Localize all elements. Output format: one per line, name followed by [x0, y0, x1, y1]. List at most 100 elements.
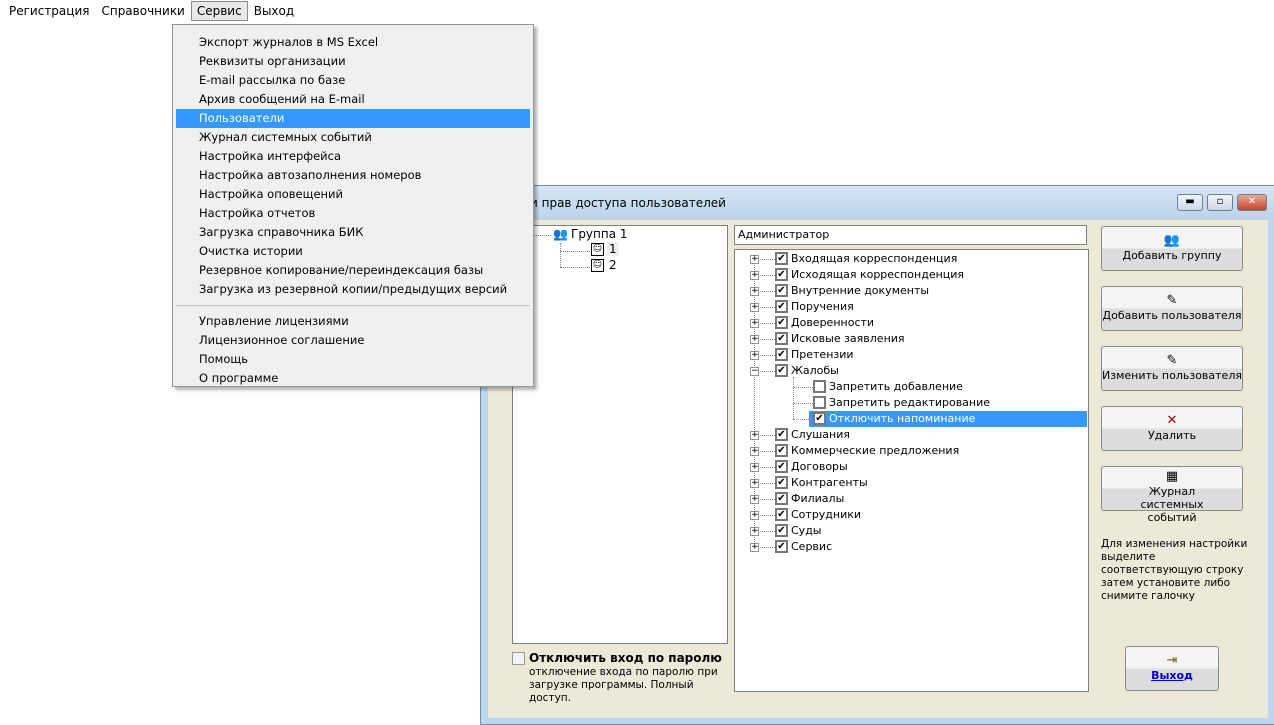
rights-checkbox[interactable] — [813, 396, 826, 409]
menu-bar: Регистрация Справочники Сервис Выход — [0, 0, 1274, 22]
add-user-button[interactable]: ✎ Добавить пользователя — [1101, 286, 1243, 331]
rights-checkbox[interactable]: ✔ — [775, 316, 788, 329]
rights-checkbox[interactable]: ✔ — [775, 444, 788, 457]
menu-item[interactable]: Лицензионное соглашение — [176, 331, 530, 350]
rights-checkbox[interactable]: ✔ — [775, 476, 788, 489]
rights-row[interactable]: + ✔ Входящая корреспонденция — [735, 251, 1087, 267]
rights-row[interactable]: + ✔ Внутренние документы — [735, 283, 1087, 299]
selected-user-field[interactable]: Администратор — [734, 225, 1087, 245]
expand-icon[interactable]: + — [750, 287, 759, 296]
rights-checkbox[interactable]: ✔ — [775, 332, 788, 345]
rights-checkbox[interactable]: ✔ — [775, 252, 788, 265]
rights-subrow[interactable]: ✔ Отключить напоминание — [735, 411, 1087, 427]
minimize-button[interactable]: ▬ — [1177, 194, 1203, 211]
rights-row[interactable]: + ✔ Исходящая корреспонденция — [735, 267, 1087, 283]
collapse-icon[interactable]: − — [750, 367, 759, 376]
rights-row[interactable]: + ✔ Претензии — [735, 347, 1087, 363]
expand-icon[interactable]: + — [750, 447, 759, 456]
expand-icon[interactable]: + — [750, 431, 759, 440]
menu-service[interactable]: Сервис — [190, 1, 248, 21]
menu-item[interactable]: Архив сообщений на E-mail — [176, 90, 530, 109]
edit-user-button[interactable]: ✎ Изменить пользователя — [1101, 346, 1243, 391]
expand-icon[interactable]: + — [750, 319, 759, 328]
menu-item[interactable]: Настройка интерфейса — [176, 147, 530, 166]
menu-item[interactable]: Журнал системных событий — [176, 128, 530, 147]
add-group-button[interactable]: 👥 Добавить группу — [1101, 226, 1243, 271]
expand-icon[interactable]: + — [750, 351, 759, 360]
rights-row[interactable]: + ✔ Коммерческие предложения — [735, 443, 1087, 459]
door-exit-icon: ⇥ — [1166, 653, 1178, 668]
menu-item[interactable]: Настройка отчетов — [176, 204, 530, 223]
menu-item[interactable]: Очистка истории — [176, 242, 530, 261]
menu-registration[interactable]: Регистрация — [3, 1, 95, 21]
rights-checkbox[interactable]: ✔ — [775, 524, 788, 537]
rights-row[interactable]: + ✔ Поручения — [735, 299, 1087, 315]
tree-user[interactable]: 2 — [609, 258, 617, 272]
window-body: 👥 Группа 1 ☺ 1 ☺ 2 Администратор + ✔ Входя… — [488, 220, 1268, 718]
menu-item[interactable]: Экспорт журналов в MS Excel — [176, 33, 530, 52]
menu-item[interactable]: Реквизиты организации — [176, 52, 530, 71]
menu-item[interactable]: О программе — [176, 369, 530, 388]
journal-button[interactable]: ▦ Журнал системных событий — [1101, 466, 1243, 524]
rights-row[interactable]: − ✔ Жалобы — [735, 363, 1087, 379]
delete-button[interactable]: ✕ Удалить — [1101, 406, 1243, 451]
rights-checkbox[interactable]: ✔ — [813, 412, 826, 425]
rights-checkbox[interactable]: ✔ — [775, 492, 788, 505]
rights-row[interactable]: + ✔ Сотрудники — [735, 507, 1087, 523]
rights-checkbox[interactable]: ✔ — [775, 364, 788, 377]
rights-row[interactable]: + ✔ Договоры — [735, 459, 1087, 475]
close-button[interactable]: ✕ — [1237, 194, 1267, 211]
menu-item[interactable]: Настройка оповещений — [176, 185, 530, 204]
expand-icon[interactable]: + — [750, 511, 759, 520]
rights-checkbox[interactable]: ✔ — [775, 348, 788, 361]
rights-checkbox[interactable] — [813, 380, 826, 393]
expand-icon[interactable]: + — [750, 303, 759, 312]
tree-group[interactable]: Группа 1 — [571, 227, 628, 241]
expand-icon[interactable]: + — [750, 479, 759, 488]
rights-checkbox[interactable]: ✔ — [775, 268, 788, 281]
menu-item[interactable]: Пользователи — [176, 109, 530, 128]
group-icon: 👥 — [553, 227, 568, 241]
expand-icon[interactable]: + — [750, 543, 759, 552]
tree-user[interactable]: 1 — [607, 242, 619, 256]
users-tree[interactable]: 👥 Группа 1 ☺ 1 ☺ 2 — [512, 225, 728, 644]
rights-subrow[interactable]: Запретить редактирование — [735, 395, 1087, 411]
rights-row[interactable]: + ✔ Доверенности — [735, 315, 1087, 331]
rights-checkbox[interactable]: ✔ — [775, 428, 788, 441]
expand-icon[interactable]: + — [750, 271, 759, 280]
menu-item[interactable]: Загрузка справочника БИК — [176, 223, 530, 242]
menu-separator — [176, 305, 530, 306]
menu-item[interactable]: Резервное копирование/переиндексация баз… — [176, 261, 530, 280]
menu-item[interactable]: Загрузка из резервной копии/предыдущих в… — [176, 280, 530, 299]
rights-checkbox[interactable]: ✔ — [775, 284, 788, 297]
expand-icon[interactable]: + — [750, 527, 759, 536]
rights-checkbox[interactable]: ✔ — [775, 300, 788, 313]
expand-icon[interactable]: + — [750, 335, 759, 344]
expand-icon[interactable]: + — [750, 495, 759, 504]
disable-password-checkbox[interactable] — [512, 652, 525, 665]
rights-subrow[interactable]: Запретить добавление — [735, 379, 1087, 395]
rights-checkbox[interactable]: ✔ — [775, 460, 788, 473]
menu-item[interactable]: E-mail рассылка по базе — [176, 71, 530, 90]
menu-exit[interactable]: Выход — [248, 1, 300, 21]
menu-references[interactable]: Справочники — [95, 1, 190, 21]
menu-item[interactable]: Помощь — [176, 350, 530, 369]
exit-button[interactable]: ⇥ Выход — [1125, 646, 1219, 691]
rights-tree[interactable]: + ✔ Входящая корреспонденция + ✔ Исходящая ко… — [734, 249, 1089, 692]
rights-row[interactable]: + ✔ Контрагенты — [735, 475, 1087, 491]
menu-item[interactable]: Настройка автозаполнения номеров — [176, 166, 530, 185]
menu-item[interactable]: Управление лицензиями — [176, 312, 530, 331]
rights-row[interactable]: + ✔ Исковые заявления — [735, 331, 1087, 347]
delete-icon: ✕ — [1166, 413, 1178, 428]
rights-checkbox[interactable]: ✔ — [775, 540, 788, 553]
rights-row[interactable]: + ✔ Суды — [735, 523, 1087, 539]
rights-row[interactable]: + ✔ Сервис — [735, 539, 1087, 555]
expand-icon[interactable]: + — [750, 463, 759, 472]
rights-checkbox[interactable]: ✔ — [775, 508, 788, 521]
rights-row[interactable]: + ✔ Филиалы — [735, 491, 1087, 507]
expand-icon[interactable]: + — [750, 255, 759, 264]
rights-row[interactable]: + ✔ Слушания — [735, 427, 1087, 443]
disable-password-label: Отключить вход по паролю — [529, 651, 722, 665]
maximize-button[interactable]: ▫ — [1207, 194, 1233, 211]
group-icon: 👥 — [1163, 233, 1181, 248]
